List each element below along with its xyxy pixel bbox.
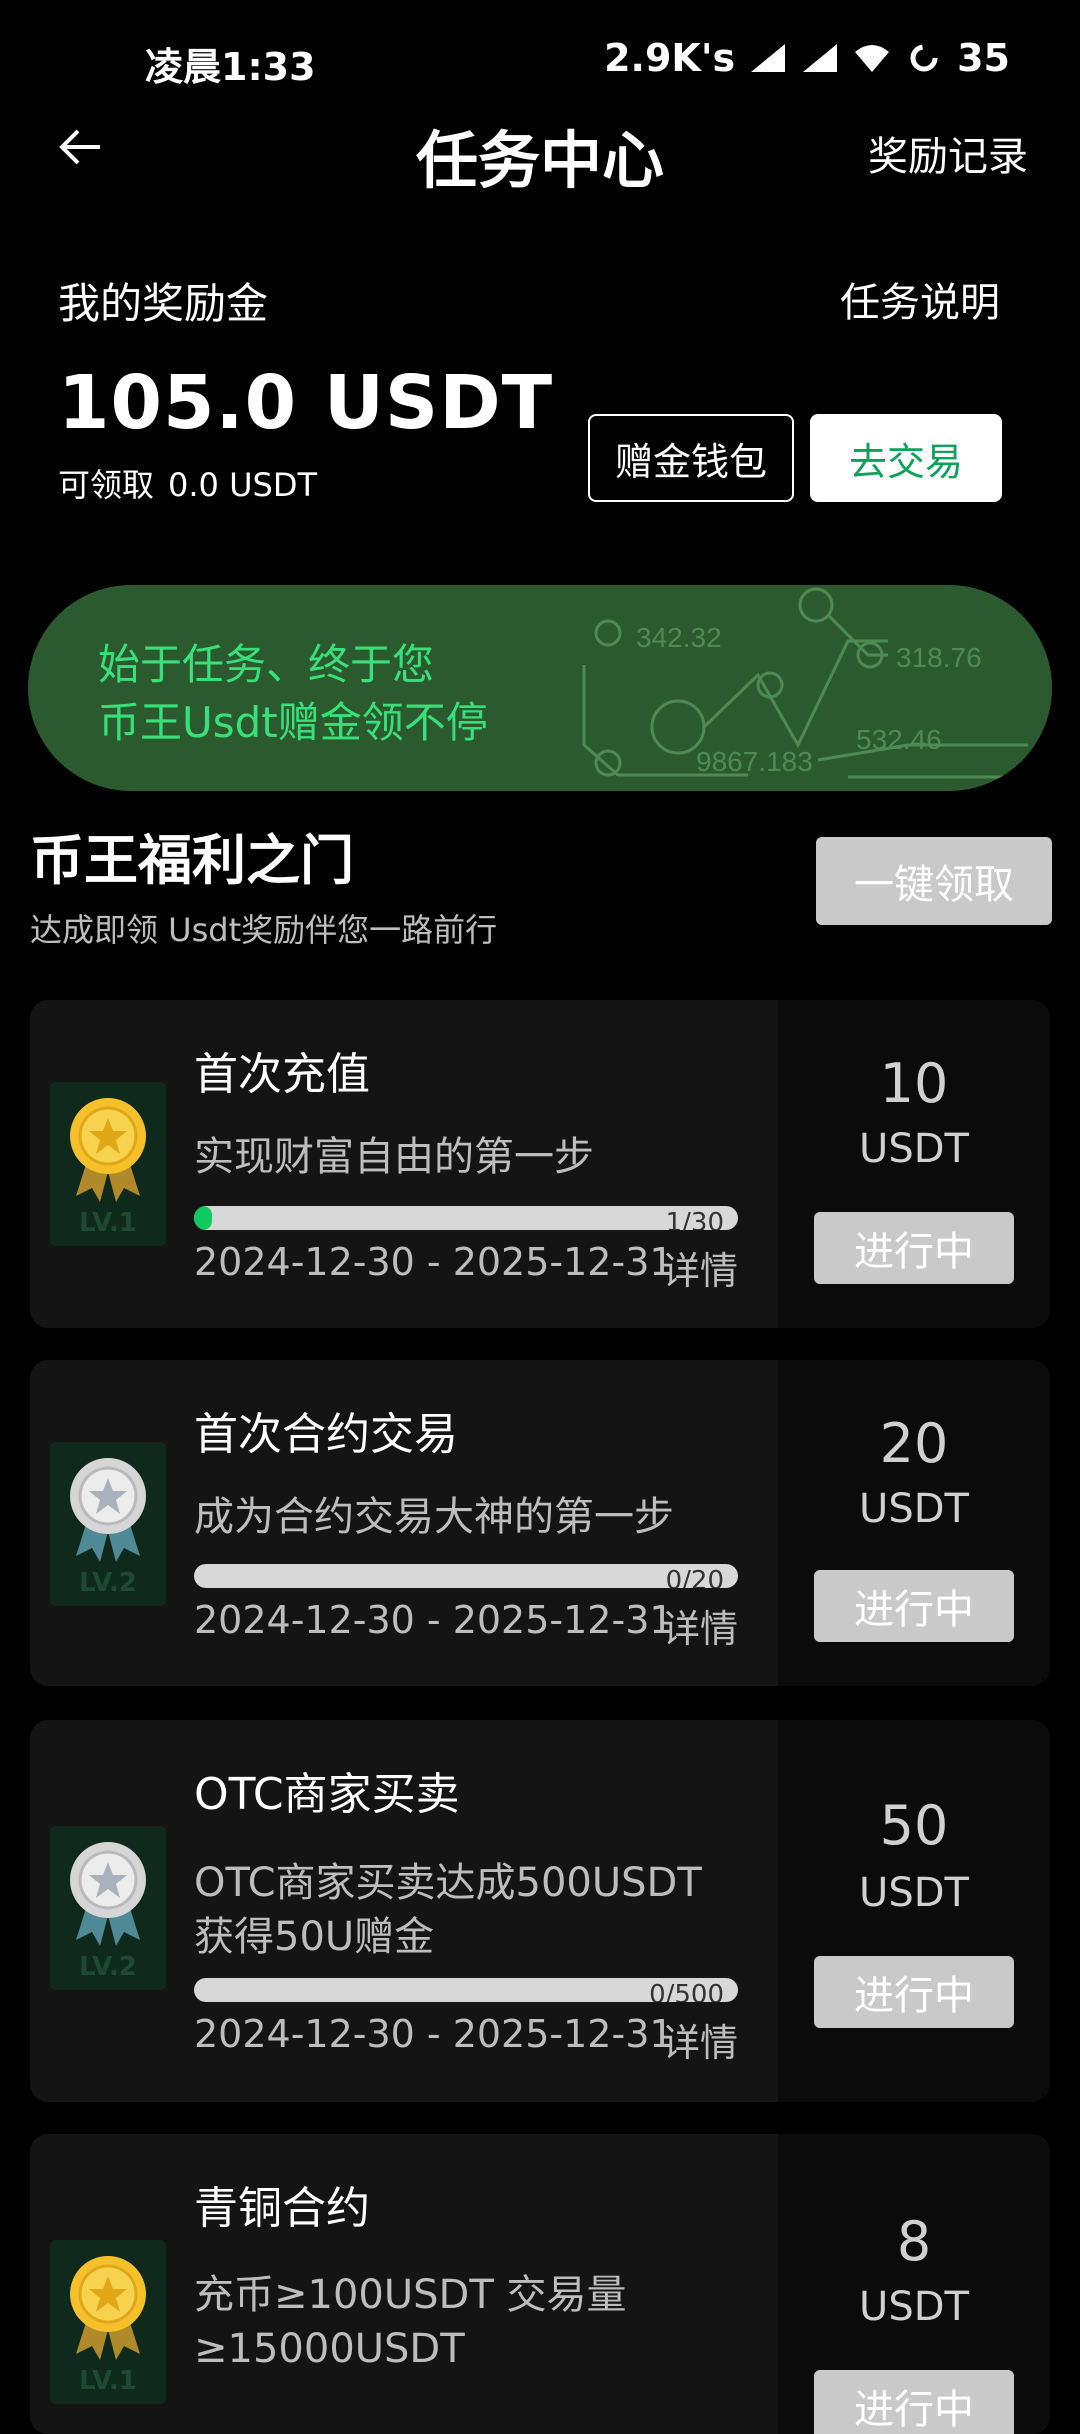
- task-status-button[interactable]: 进行中: [814, 1212, 1014, 1284]
- status-icons: 2.9K's 35: [604, 36, 1010, 80]
- task-dates: 2024-12-30 - 2025-12-31: [194, 1240, 674, 1284]
- go-trade-button[interactable]: 去交易: [810, 414, 1002, 502]
- task-description: 实现财富自由的第一步: [194, 1134, 594, 1180]
- task-reward-value: 8: [896, 2210, 932, 2273]
- banner-line-1: 始于任务、终于您: [98, 640, 435, 689]
- promo-banner[interactable]: 始于任务、终于您 币王Usdt赠金领不停 342.32 318.76 9867.…: [28, 585, 1052, 791]
- battery-saver-icon: [910, 44, 938, 72]
- my-reward-label: 我的奖励金: [58, 279, 269, 328]
- task-status-button[interactable]: 进行中: [814, 1956, 1014, 2028]
- claimable-info: 可领取 0.0 USDT: [58, 460, 331, 506]
- task-reward-value: 20: [879, 1412, 949, 1475]
- status-time: 凌晨1:33: [145, 45, 316, 89]
- task-badge: LV.2: [50, 1442, 166, 1606]
- task-badge: LV.1: [50, 2240, 166, 2404]
- claim-all-button[interactable]: 一键领取: [816, 837, 1052, 925]
- task-description-line-2: 获得50U赠金: [194, 1914, 435, 1960]
- signal-icon-2: [803, 44, 838, 72]
- wifi-icon: [855, 45, 890, 72]
- task-progress-fill: [194, 1206, 212, 1230]
- task-title: 青铜合约: [194, 2183, 370, 2234]
- task-description-line-2: ≥15000USDT: [194, 2326, 465, 2372]
- task-reward-unit: USDT: [859, 1486, 969, 1532]
- claimable-label: 可领取: [58, 466, 155, 504]
- task-detail-link[interactable]: 详情: [662, 1598, 738, 1653]
- banner-num-3: 9867.183: [696, 746, 813, 777]
- task-status-button[interactable]: 进行中: [814, 1570, 1014, 1642]
- task-detail-link[interactable]: 详情: [662, 2012, 738, 2067]
- banner-line-2: 币王Usdt赠金领不停: [98, 698, 488, 747]
- task-progress-bar: 1/30: [194, 1206, 738, 1230]
- task-title: 首次合约交易: [194, 1409, 458, 1460]
- task-dates: 2024-12-30 - 2025-12-31: [194, 2012, 674, 2056]
- badge-level: LV.2: [79, 1952, 137, 1982]
- task-progress-text: 0/500: [649, 1980, 724, 2002]
- banner-num-4: 532.46: [856, 724, 942, 755]
- claimable-value: 0.0 USDT: [168, 466, 317, 504]
- gold-medal-icon: [70, 1098, 146, 1202]
- task-progress-text: 0/20: [665, 1566, 724, 1588]
- task-description-line-1: OTC商家买卖达成500USDT: [194, 1860, 702, 1906]
- task-reward-value: 10: [879, 1052, 949, 1115]
- task-badge: LV.1: [50, 1082, 166, 1246]
- badge-level: LV.2: [79, 1568, 137, 1598]
- banner-num-1: 342.32: [636, 622, 722, 653]
- badge-level: LV.1: [79, 2366, 137, 2396]
- task-explanation-link[interactable]: 任务说明: [840, 270, 1000, 328]
- task-dates: 2024-12-30 - 2025-12-31: [194, 1598, 674, 1642]
- section-title: 币王福利之门: [30, 829, 354, 892]
- task-progress-text: 1/30: [665, 1208, 724, 1230]
- task-detail-link[interactable]: 详情: [662, 1240, 738, 1295]
- silver-medal-icon: [70, 1842, 146, 1946]
- section-subtitle: 达成即领 Usdt奖励伴您一路前行: [30, 911, 498, 949]
- task-status-button[interactable]: 进行中: [814, 2370, 1014, 2434]
- silver-medal-icon: [70, 1458, 146, 1562]
- task-card[interactable]: LV.2 OTC商家买卖 OTC商家买卖达成500USDT 获得50U赠金 0/…: [30, 1720, 1050, 2102]
- reward-records-link[interactable]: 奖励记录: [868, 124, 1028, 182]
- bonus-wallet-button[interactable]: 赠金钱包: [588, 414, 794, 502]
- task-description: 成为合约交易大神的第一步: [194, 1494, 674, 1540]
- task-description-line-1: 充币≥100USDT 交易量: [194, 2272, 627, 2318]
- signal-icon: [751, 44, 786, 72]
- task-reward-unit: USDT: [859, 2284, 969, 2330]
- task-badge: LV.2: [50, 1826, 166, 1990]
- task-title: OTC商家买卖: [194, 1769, 460, 1820]
- task-card[interactable]: LV.1 首次充值 实现财富自由的第一步 1/30 2024-12-30 - 2…: [30, 1000, 1050, 1328]
- banner-chart-decoration: 342.32 318.76 9867.183 532.46: [582, 587, 1028, 779]
- task-reward-unit: USDT: [859, 1126, 969, 1172]
- banner-num-2: 318.76: [896, 642, 982, 673]
- task-reward-unit: USDT: [859, 1870, 969, 1916]
- gold-medal-icon: [70, 2256, 146, 2360]
- reward-amount: 105.0 USDT: [58, 360, 554, 446]
- task-progress-bar: 0/500: [194, 1978, 738, 2002]
- task-card[interactable]: LV.2 首次合约交易 成为合约交易大神的第一步 0/20 2024-12-30…: [30, 1360, 1050, 1686]
- task-progress-bar: 0/20: [194, 1564, 738, 1588]
- network-speed: 2.9K's: [604, 36, 736, 80]
- task-card[interactable]: LV.1 青铜合约 充币≥100USDT 交易量 ≥15000USDT 8 US…: [30, 2134, 1050, 2434]
- task-title: 首次充值: [194, 1049, 370, 1100]
- task-reward-value: 50: [879, 1794, 949, 1857]
- battery-level: 35: [957, 36, 1010, 80]
- badge-level: LV.1: [79, 1208, 137, 1238]
